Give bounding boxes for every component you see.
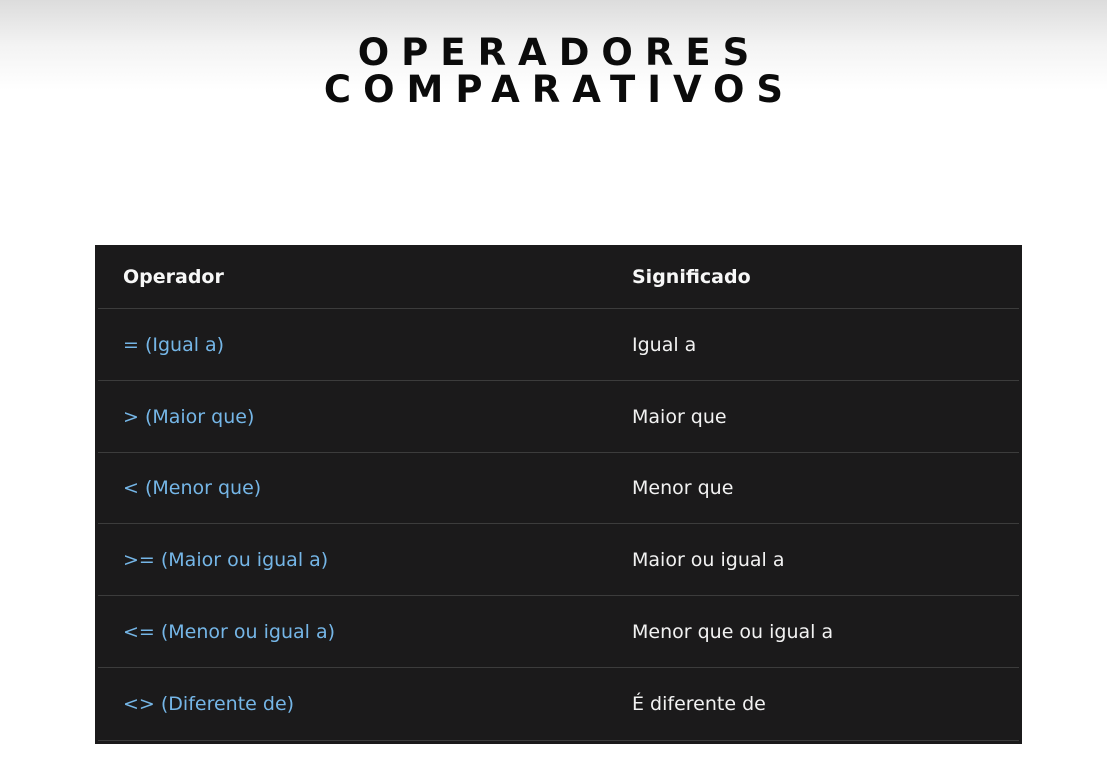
meaning-cell: Igual a [632,333,697,356]
operator-cell: >= (Maior ou igual a) [123,548,329,571]
table-header-row: Operador Significado [98,245,1019,309]
table-row: = (Igual a) Igual a [98,309,1019,381]
table-row: <= (Menor ou igual a) Menor que ou igual… [98,596,1019,668]
operators-table: Operador Significado = (Igual a) Igual a… [95,245,1022,744]
operator-cell: = (Igual a) [123,333,225,356]
operator-cell: > (Maior que) [123,405,255,428]
meaning-cell: Menor que [632,477,734,499]
table-row: < (Menor que) Menor que [98,453,1019,524]
operator-cell: <> (Diferente de) [123,693,295,715]
meaning-cell: Menor que ou igual a [632,620,834,643]
operator-cell: < (Menor que) [123,477,262,499]
meaning-cell: Maior que [632,405,727,428]
operator-cell: <= (Menor ou igual a) [123,620,335,643]
meaning-cell: Maior ou igual a [632,548,785,571]
table-row: >= (Maior ou igual a) Maior ou igual a [98,524,1019,596]
page-title: OPERADORES COMPARATIVOS [0,34,1107,108]
table-row: <> (Diferente de) É diferente de [98,668,1019,741]
header-operator: Operador [123,265,224,288]
title-line-2: COMPARATIVOS [323,68,796,111]
header-meaning: Significado [632,265,751,288]
meaning-cell: É diferente de [632,693,766,715]
table-row: > (Maior que) Maior que [98,381,1019,453]
title-line-1: OPERADORES [357,31,762,74]
